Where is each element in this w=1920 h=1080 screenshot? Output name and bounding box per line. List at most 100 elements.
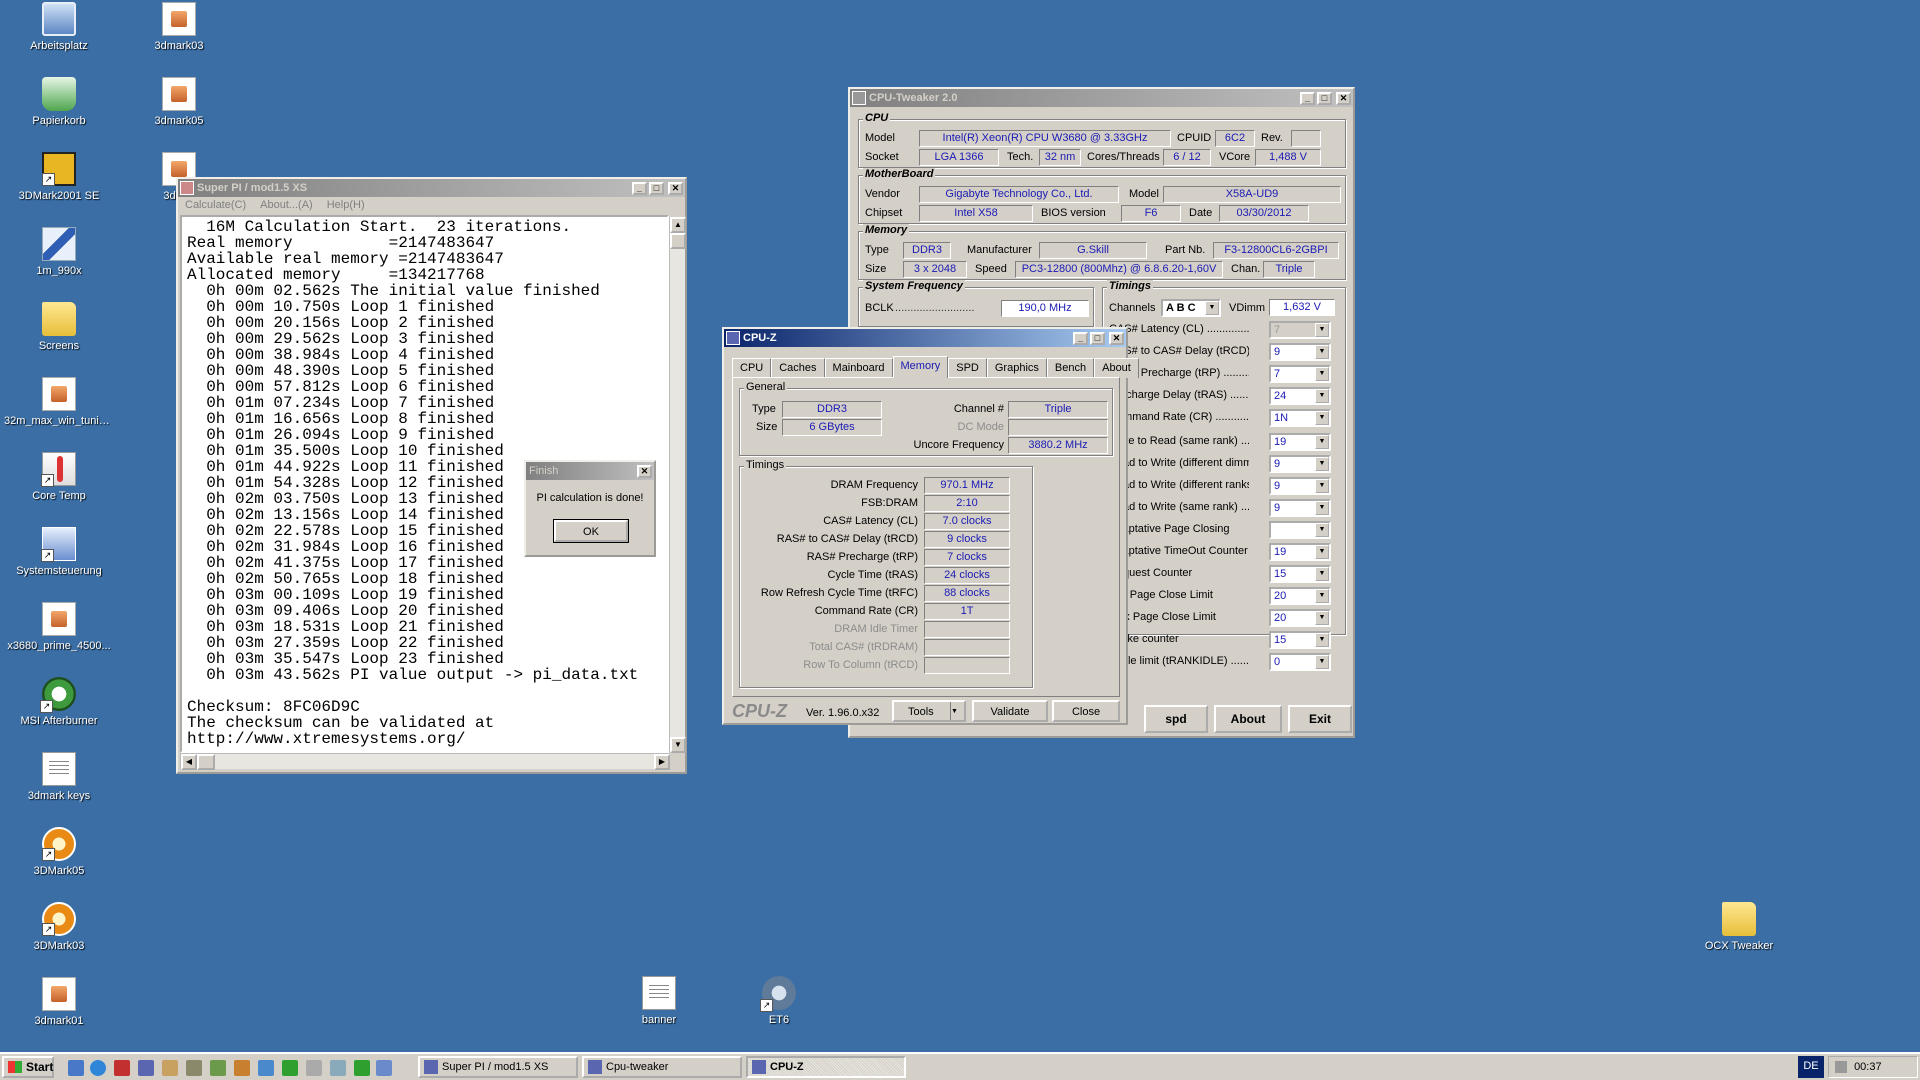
ct-about-button[interactable]: About (1214, 705, 1282, 733)
minimize-button[interactable]: _ (632, 181, 647, 195)
close-button[interactable]: ✕ (668, 181, 683, 195)
taskbar-button-cpuz[interactable]: CPU-Z (746, 1056, 906, 1078)
quicklaunch-64-icon[interactable] (114, 1060, 130, 1076)
menu-help[interactable]: Help(H) (320, 199, 372, 211)
scroll-thumb[interactable] (197, 754, 215, 770)
quicklaunch-superpi-icon[interactable] (258, 1060, 274, 1076)
ct-timing-select[interactable]: 1N ▼ (1269, 409, 1331, 427)
desktop-icon-3dmark05[interactable]: 3dmark05 (124, 77, 234, 127)
ct-exit-button[interactable]: Exit (1288, 705, 1352, 733)
speaker-icon[interactable] (1835, 1061, 1847, 1073)
ct-timing-select[interactable]: 0 ▼ (1269, 653, 1331, 671)
quicklaunch-desktop-icon[interactable] (68, 1060, 84, 1076)
ct-channels-select[interactable]: A B C ▼ (1161, 299, 1221, 317)
clock[interactable]: 00:37 (1854, 1061, 1882, 1073)
desktop-icon[interactable]: Systemsteuerung (4, 527, 114, 577)
ct-timing-select[interactable]: 9 ▼ (1269, 477, 1331, 495)
desktop-icon-ocx-tweaker[interactable]: OCX Tweaker (1684, 902, 1794, 952)
ct-vdimm[interactable]: 1,632 V (1269, 299, 1335, 316)
desktop-icon[interactable]: 3DMark03 (4, 902, 114, 952)
tab-cpu[interactable]: CPU (732, 358, 772, 378)
ct-timing-select[interactable]: 15 ▼ (1269, 565, 1331, 583)
desktop-icon[interactable]: Screens (4, 302, 114, 352)
desktop-icon[interactable]: Arbeitsplatz (4, 2, 114, 52)
scroll-thumb[interactable] (670, 233, 686, 249)
tab-mainboard[interactable]: Mainboard (824, 358, 893, 378)
cpuz-validate-button[interactable]: Validate (972, 700, 1048, 722)
superpi-vertical-scrollbar[interactable]: ▲ ▼ (669, 217, 686, 753)
desktop-icon[interactable]: MSI Afterburner (4, 677, 114, 727)
ct-timing-select[interactable]: 24 ▼ (1269, 387, 1331, 405)
minimize-button[interactable]: _ (1300, 91, 1315, 105)
close-button[interactable]: ✕ (1336, 91, 1351, 105)
ct-bclk[interactable]: 190,0 MHz (1001, 300, 1089, 317)
close-button[interactable]: ✕ (637, 464, 652, 478)
desktop-icon[interactable]: 3dmark01 (4, 977, 114, 1027)
desktop-icon[interactable]: 3DMark2001 SE (4, 152, 114, 202)
ct-timing-select[interactable]: 9 ▼ (1269, 455, 1331, 473)
desktop-icon[interactable]: Core Temp (4, 452, 114, 502)
quicklaunch-tool-icon[interactable] (186, 1060, 202, 1076)
output-line: 0h 03m 43.562s PI value output -> pi_dat… (187, 666, 639, 684)
cpu-tweaker-titlebar[interactable]: CPU-Tweaker 2.0 _ □ ✕ (850, 89, 1353, 107)
tab-caches[interactable]: Caches (771, 358, 825, 378)
ok-button[interactable]: OK (553, 519, 629, 543)
ct-spd-button[interactable]: spd (1144, 705, 1208, 733)
desktop-icon[interactable]: 32m_max_win_tunin... (4, 377, 114, 427)
quicklaunch-app-icon[interactable] (282, 1060, 298, 1076)
tab-memory[interactable]: Memory (892, 356, 949, 378)
taskbar-button-superpi[interactable]: Super PI / mod1.5 XS (418, 1056, 578, 1078)
quicklaunch-app-icon[interactable] (330, 1060, 346, 1076)
quicklaunch-browser-icon[interactable] (90, 1060, 106, 1076)
ct-timing-select[interactable]: ▼ (1269, 521, 1331, 539)
tab-about[interactable]: About (1094, 358, 1139, 378)
ct-timing-select[interactable]: 20 ▼ (1269, 587, 1331, 605)
quicklaunch-app-icon[interactable] (306, 1060, 322, 1076)
ct-timing-select[interactable]: 20 ▼ (1269, 609, 1331, 627)
superpi-horizontal-scrollbar[interactable]: ◀ ▶ (180, 753, 670, 770)
ct-timing-select[interactable]: 9 ▼ (1269, 499, 1331, 517)
quicklaunch-app-icon[interactable] (354, 1060, 370, 1076)
desktop-icon-et6[interactable]: ET6 (724, 976, 834, 1026)
tab-spd[interactable]: SPD (948, 358, 987, 378)
taskbar-button-cputweaker[interactable]: Cpu-tweaker (582, 1056, 742, 1078)
ct-timing-select[interactable]: 7 ▼ (1269, 365, 1331, 383)
desktop-icon[interactable]: 1m_990x (4, 227, 114, 277)
maximize-button[interactable]: □ (1090, 331, 1105, 345)
quicklaunch-cpuz-icon[interactable] (138, 1060, 154, 1076)
scroll-up-icon[interactable]: ▲ (670, 217, 686, 233)
language-indicator[interactable]: DE (1798, 1056, 1824, 1078)
desktop-icon-banner[interactable]: banner (604, 976, 714, 1026)
minimize-button[interactable]: _ (1073, 331, 1088, 345)
menu-about[interactable]: About...(A) (253, 199, 320, 211)
cpuz-titlebar[interactable]: CPU-Z _ □ ✕ (724, 329, 1126, 347)
desktop-icon[interactable]: x3680_prime_4500... (4, 602, 114, 652)
cpuz-tools-button[interactable]: Tools ▼ (892, 700, 966, 722)
scroll-down-icon[interactable]: ▼ (670, 737, 686, 753)
quicklaunch-app-icon[interactable] (162, 1060, 178, 1076)
menu-calculate[interactable]: Calculate(C) (178, 199, 253, 211)
ct-timing-select[interactable]: 15 ▼ (1269, 631, 1331, 649)
quicklaunch-app-icon[interactable] (210, 1060, 226, 1076)
scroll-left-icon[interactable]: ◀ (181, 754, 197, 770)
ct-timing-select[interactable]: 7 ▼ (1269, 321, 1331, 339)
ct-timing-select[interactable]: 9 ▼ (1269, 343, 1331, 361)
tab-graphics[interactable]: Graphics (986, 358, 1047, 378)
desktop-icon-3dmark03[interactable]: 3dmark03 (124, 2, 234, 52)
ct-timing-select[interactable]: 19 ▼ (1269, 433, 1331, 451)
tab-bench[interactable]: Bench (1046, 358, 1095, 378)
quicklaunch-app-icon[interactable] (376, 1060, 392, 1076)
superpi-titlebar[interactable]: Super PI / mod1.5 XS _ □ ✕ (178, 179, 685, 197)
quicklaunch-app-icon[interactable] (234, 1060, 250, 1076)
start-button[interactable]: Start (2, 1056, 54, 1078)
cpuz-close-button[interactable]: Close (1052, 700, 1120, 722)
desktop-icon[interactable]: Papierkorb (4, 77, 114, 127)
desktop-icon[interactable]: 3dmark keys (4, 752, 114, 802)
finish-titlebar[interactable]: Finish ✕ (526, 462, 654, 480)
close-button[interactable]: ✕ (1109, 331, 1124, 345)
desktop-icon[interactable]: 3DMark05 (4, 827, 114, 877)
maximize-button[interactable]: □ (1317, 91, 1332, 105)
scroll-right-icon[interactable]: ▶ (654, 754, 670, 770)
maximize-button[interactable]: □ (649, 181, 664, 195)
ct-timing-select[interactable]: 19 ▼ (1269, 543, 1331, 561)
